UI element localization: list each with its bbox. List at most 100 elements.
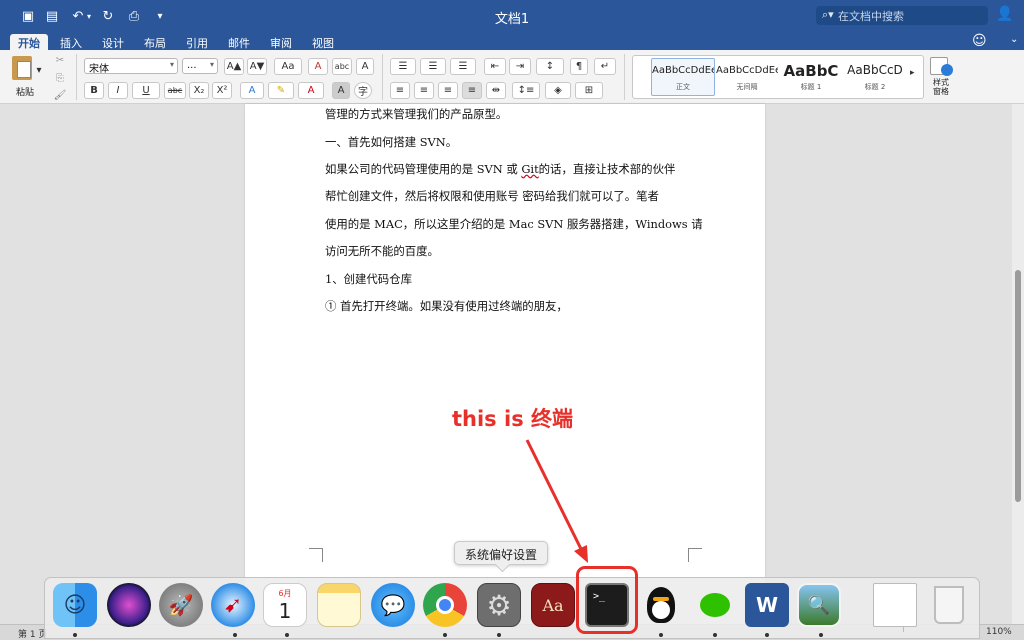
document-stack-icon[interactable] [873,583,917,627]
styles-gallery: AaBbCcDdEe 正文 AaBbCcDdEe 无间隔 AaBbC 标题 1 … [632,55,924,99]
page-corner-mark [309,548,323,562]
paragraph[interactable]: 1、创建代码仓库 [325,271,412,287]
safari-icon[interactable]: ➹ [211,583,255,627]
subscript-button[interactable]: X₂ [189,82,209,99]
paragraph[interactable]: ① 首先打开终端。如果没有使用过终端的朋友， [325,298,568,314]
increase-indent-button[interactable]: ⇥ [509,58,531,75]
shading-button[interactable]: ◈ [545,82,571,99]
tab-home[interactable]: 开始 [10,34,48,50]
launchpad-icon[interactable]: 🚀 [159,583,203,627]
paste-dropdown-icon[interactable]: ▾ [34,62,44,79]
bullets-button[interactable]: ☰ [390,58,416,75]
search-placeholder: 在文档中搜索 [838,10,904,23]
style-no-spacing[interactable]: AaBbCcDdEe 无间隔 [715,58,779,96]
copy-icon[interactable]: ⎘ [52,70,68,87]
system-preferences-icon[interactable]: ⚙ [477,583,521,627]
running-indicator [73,633,77,637]
misspelled-word[interactable]: Git [521,162,538,176]
qq-icon[interactable] [639,583,683,627]
format-painter-icon[interactable]: 🖌 [52,87,68,104]
paragraph-text: 如果公司的代码管理使用的是 SVN 或 [325,162,522,176]
messages-icon[interactable]: 💬 [371,583,415,627]
notes-icon[interactable] [317,583,361,627]
paste-icon[interactable] [12,56,32,80]
tab-view[interactable]: 视图 [304,34,342,50]
cut-icon[interactable]: ✂ [52,52,68,69]
font-name-select[interactable]: 宋体 ▾ [84,58,178,75]
paragraph[interactable]: 帮忙创建文件，然后将权限和使用账号 密码给我们就可以了。笔者 [325,188,659,204]
superscript-button[interactable]: X² [212,82,232,99]
preview-icon[interactable]: 🔍 [797,583,841,627]
styles-pane-icon[interactable] [930,57,953,76]
style-heading-2[interactable]: AaBbCcD 标题 2 [843,58,907,96]
dictionary-icon[interactable]: Aa [531,583,575,627]
strikethrough-button[interactable]: abc [164,82,186,99]
align-right-button[interactable]: ≡ [438,82,458,99]
multilevel-list-button[interactable]: ☰ [450,58,476,75]
vertical-scrollbar[interactable] [1012,104,1024,624]
sort-button[interactable]: ↕ [536,58,564,75]
running-indicator [233,633,237,637]
tab-design[interactable]: 设计 [94,34,132,50]
distributed-button[interactable]: ⇹ [486,82,506,99]
underline-button[interactable]: U [132,82,160,99]
style-normal[interactable]: AaBbCcDdEe 正文 [651,58,715,96]
chrome-icon[interactable] [423,583,467,627]
tab-review[interactable]: 审阅 [262,34,300,50]
wechat-icon[interactable] [693,583,737,627]
trash-icon[interactable] [927,583,971,627]
text-effects-button[interactable]: A [240,82,264,99]
dock: ☺ 🚀 ➹ 6月 1 💬 ⚙ Aa >_ W 🔍 [44,577,980,639]
font-color-button[interactable]: A [298,82,324,99]
running-indicator [443,633,447,637]
styles-more-icon[interactable]: ▸ [910,68,915,78]
tab-references[interactable]: 引用 [178,34,216,50]
styles-pane-label[interactable]: 样式窗格 [930,78,952,96]
enclose-character-button[interactable]: 字 [354,82,372,99]
collapse-ribbon-icon[interactable]: ⌄ [1010,34,1018,45]
paste-label[interactable]: 粘贴 [16,85,34,98]
borders-button[interactable]: ⊞ [575,82,603,99]
tab-mailings[interactable]: 邮件 [220,34,258,50]
character-shading-button[interactable]: A [332,82,350,99]
line-break-button[interactable]: ↵ [594,58,616,75]
terminal-highlight-box [576,566,638,634]
change-case-button[interactable]: Aa [274,58,302,75]
tab-layout[interactable]: 布局 [136,34,174,50]
share-user-icon[interactable]: 👤 [996,6,1013,22]
highlight-button[interactable]: ✎ [268,82,294,99]
grow-font-button[interactable]: A▲ [224,58,244,75]
character-border-button[interactable]: A [356,58,374,75]
numbering-button[interactable]: ☰ [420,58,446,75]
style-name: 无间隔 [736,83,758,91]
style-heading-1[interactable]: AaBbC 标题 1 [779,58,843,96]
calendar-icon[interactable]: 6月 1 [263,583,307,627]
feedback-smiley-icon[interactable]: ☺ [972,33,987,49]
pinyin-guide-button[interactable]: abc [332,58,352,75]
paragraph[interactable]: 管理的方式来管理我们的产品原型。 [325,106,507,122]
tab-insert[interactable]: 插入 [52,34,90,50]
divider [624,54,625,100]
clear-formatting-button[interactable]: A [308,58,328,75]
finder-icon[interactable]: ☺ [53,583,97,627]
align-left-button[interactable]: ≡ [390,82,410,99]
divider [76,54,77,100]
font-size-select[interactable]: ... ▾ [182,58,218,74]
decrease-indent-button[interactable]: ⇤ [484,58,506,75]
siri-icon[interactable] [107,583,151,627]
line-spacing-button[interactable]: ↕≡ [512,82,540,99]
italic-button[interactable]: I [108,82,128,99]
justify-button[interactable]: ≡ [462,82,482,99]
search-input[interactable]: ⌕▾ 在文档中搜索 [816,6,988,25]
show-marks-button[interactable]: ¶ [570,58,588,75]
paragraph[interactable]: 使用的是 MAC，所以这里介绍的是 Mac SVN 服务器搭建，Windows … [325,216,703,232]
zoom-level[interactable]: 110% [986,627,1012,637]
paragraph[interactable]: 一、首先如何搭建 SVN。 [325,134,457,150]
paragraph[interactable]: 如果公司的代码管理使用的是 SVN 或 Git的话，直接让技术部的伙伴 [325,161,675,177]
align-center-button[interactable]: ≡ [414,82,434,99]
scrollbar-thumb[interactable] [1015,270,1021,502]
paragraph[interactable]: 访问无所不能的百度。 [325,243,439,259]
bold-button[interactable]: B [84,82,104,99]
shrink-font-button[interactable]: A▼ [247,58,267,75]
word-icon[interactable]: W [745,583,789,627]
